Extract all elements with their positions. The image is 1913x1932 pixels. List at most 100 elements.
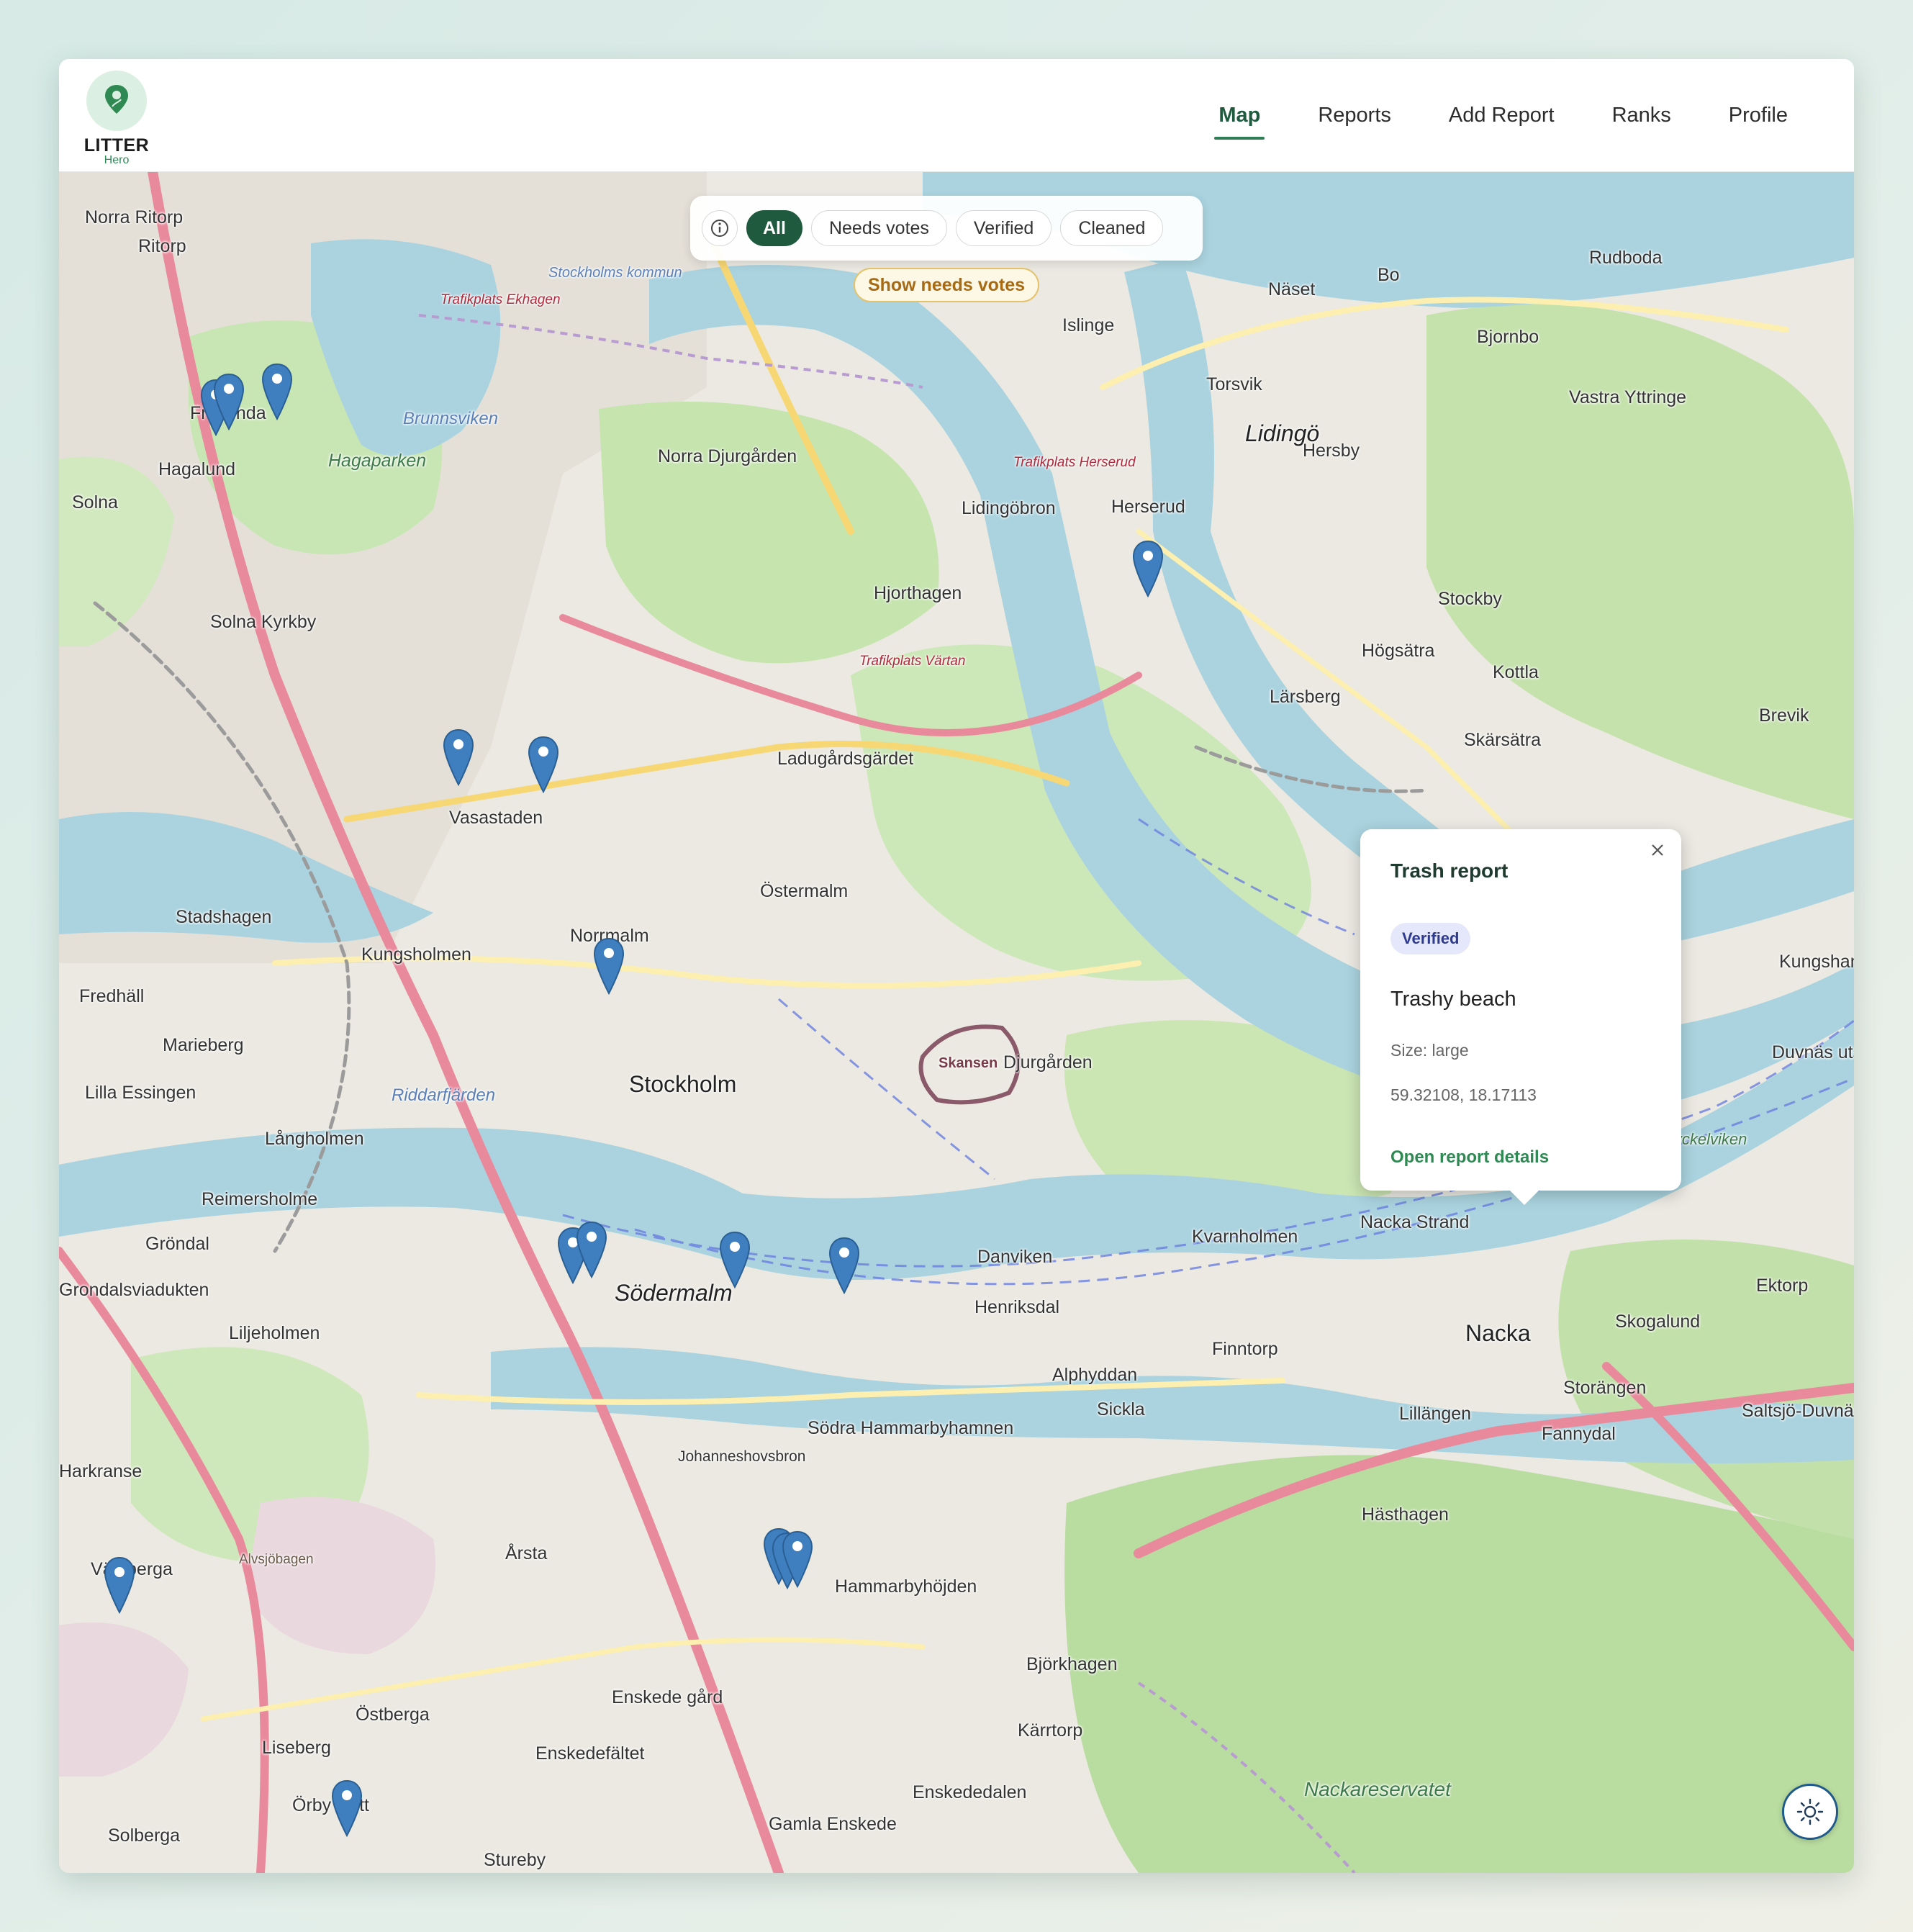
popup-close-button[interactable] (1647, 839, 1668, 861)
map-pin-icon[interactable] (212, 373, 245, 431)
map-label: Harkranse (59, 1461, 143, 1481)
map-label: Östberga (356, 1705, 430, 1725)
map-label: Riddarfjärden (392, 1085, 496, 1105)
map-label: Gamla Enskede (769, 1814, 897, 1834)
map-label: Trafikplats Herserud (1013, 455, 1136, 470)
map-label: Ektorp (1756, 1276, 1809, 1296)
map-label: Islinge (1062, 315, 1115, 335)
open-report-details-link[interactable]: Open report details (1390, 1147, 1549, 1168)
map-label: Vastra Yttringe (1569, 387, 1687, 407)
map-pin-icon[interactable] (442, 728, 475, 787)
map-label: Henriksdal (974, 1297, 1060, 1317)
map-label: Sickla (1097, 1399, 1145, 1419)
map-label: Nacka Strand (1360, 1212, 1470, 1232)
top-navigation-bar: LITTER Hero Map Reports Add Report Ranks… (59, 59, 1854, 172)
map-pin-icon[interactable] (592, 937, 625, 996)
status-badge: Verified (1390, 923, 1471, 954)
map-pin-icon[interactable] (575, 1221, 608, 1279)
map-label: Skärsätra (1464, 730, 1541, 750)
map-label: Hagalund (158, 459, 236, 479)
map-label: Långholmen (265, 1129, 364, 1149)
map-label: Brunnsviken (403, 409, 499, 428)
map-label: Lidingöbron (962, 498, 1056, 518)
map-label: Liljeholmen (229, 1323, 320, 1343)
map-label: Solna Kyrkby (210, 612, 317, 632)
map-label: Norra Ritorp (85, 207, 184, 227)
nav-reports[interactable]: Reports (1289, 59, 1420, 171)
brand-subtitle: Hero (104, 154, 130, 166)
map-label: Ladugårdsgärdet (777, 749, 914, 769)
map-label: Nackareservatet (1304, 1778, 1451, 1800)
logo-pin-icon (105, 85, 128, 114)
map-label: Herserud (1111, 497, 1185, 517)
logo-badge (86, 71, 147, 131)
map-label: Kärrtorp (1018, 1720, 1083, 1741)
map-label: Bo (1378, 265, 1400, 285)
map-label: Enskede gård (612, 1687, 723, 1707)
map-label: Enskededalen (913, 1782, 1027, 1802)
map-label: Finntorp (1212, 1339, 1278, 1359)
map-label: Lillängen (1399, 1404, 1472, 1424)
map-label: Marieberg (163, 1035, 244, 1055)
map-label: Ritorp (138, 236, 186, 256)
map-label: Stureby (484, 1850, 546, 1870)
map-label: Näset (1268, 279, 1316, 299)
map-label: Lilla Essingen (85, 1083, 196, 1103)
info-icon (711, 220, 728, 237)
map-label: Solberga (108, 1825, 181, 1846)
map-label: Kungsholmen (361, 944, 471, 965)
litter-hero-logo[interactable]: LITTER Hero (81, 71, 153, 166)
map-label: Hammarbyhöjden (835, 1576, 977, 1597)
map-label: Hästhagen (1362, 1504, 1449, 1525)
map-label: Brevik (1759, 705, 1809, 726)
filter-chip-needs-votes[interactable]: Needs votes (810, 210, 947, 246)
nav-profile[interactable]: Profile (1700, 59, 1817, 171)
map-pin-icon[interactable] (781, 1530, 814, 1589)
nav-map[interactable]: Map (1190, 59, 1289, 171)
map-label: Grondalsviadukten (59, 1280, 209, 1300)
map-label: Nacka (1465, 1320, 1531, 1346)
map-label: Södermalm (615, 1280, 733, 1306)
map-label: Liseberg (262, 1738, 331, 1758)
map-label: Alphyddan (1052, 1365, 1138, 1385)
map-pin-icon[interactable] (1131, 540, 1164, 598)
map-label: Kottla (1493, 662, 1539, 682)
map-label: Kungshamn (1779, 952, 1854, 972)
map-pin-icon[interactable] (718, 1231, 751, 1289)
map-label: Danviken (977, 1247, 1053, 1267)
info-button[interactable] (702, 210, 738, 246)
map-label: Torsvik (1206, 374, 1262, 394)
report-coordinates: 59.32108, 18.17113 (1390, 1085, 1537, 1104)
map-label: Gröndal (145, 1234, 209, 1254)
filter-chip-cleaned[interactable]: Cleaned (1060, 210, 1164, 246)
map-pin-icon[interactable] (828, 1237, 861, 1295)
map-label: Norra Djurgården (658, 446, 797, 466)
map-canvas[interactable]: Norra Ritorp Ritorp Frösunda Hagalund So… (59, 171, 1854, 1873)
map-label: Reimersholme (202, 1189, 318, 1209)
map-label: Fredhäll (79, 986, 145, 1006)
map-pin-icon[interactable] (261, 363, 294, 421)
map-label: Kvarnholmen (1192, 1227, 1298, 1247)
nav-ranks[interactable]: Ranks (1583, 59, 1700, 171)
report-popup: Trash report Verified Trashy beach Size:… (1360, 829, 1681, 1205)
map-label: Lärsberg (1270, 687, 1341, 707)
report-name: Trashy beach (1390, 988, 1516, 1011)
filter-bar: All Needs votes Verified Cleaned (690, 196, 1203, 261)
map-label: Rudboda (1589, 248, 1663, 268)
show-needs-votes-button[interactable]: Show needs votes (854, 268, 1039, 302)
filter-chip-all[interactable]: All (746, 210, 802, 246)
map-label: Hagaparken (328, 451, 427, 471)
map-pin-icon[interactable] (527, 736, 560, 794)
map-label: Saltsjö-Duvnäs (1742, 1401, 1854, 1421)
map-label: Fannydal (1542, 1424, 1616, 1444)
map-pin-icon[interactable] (330, 1779, 363, 1838)
theme-toggle-button[interactable] (1782, 1784, 1838, 1840)
map-label: Stadshagen (176, 907, 272, 927)
map-pin-icon[interactable] (103, 1556, 136, 1615)
nav-add-report[interactable]: Add Report (1420, 59, 1583, 171)
map-label: Duvnäs utskog (1772, 1042, 1854, 1062)
brand-name: LITTER (83, 135, 150, 155)
map-label: Johanneshovsbron (678, 1448, 806, 1465)
filter-chip-verified[interactable]: Verified (955, 210, 1052, 246)
sun-icon (1796, 1798, 1824, 1825)
